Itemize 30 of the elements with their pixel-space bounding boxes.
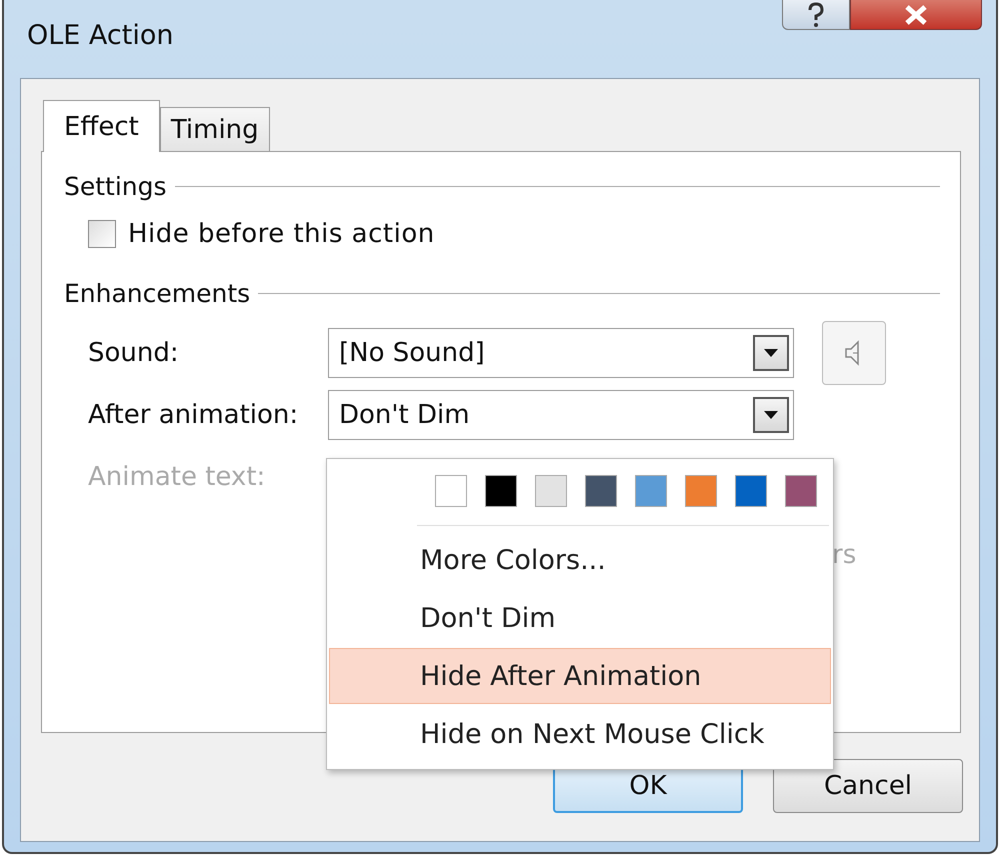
field-label: After animation: [88, 400, 300, 430]
window-title: OLE Action [27, 20, 174, 51]
help-button[interactable] [782, 0, 850, 30]
color-swatch[interactable] [585, 475, 617, 507]
menu-item[interactable]: More Colors... [329, 532, 831, 588]
dropdown-field[interactable]: Don't Dim [328, 390, 794, 440]
color-swatch[interactable] [785, 475, 817, 507]
color-swatch[interactable] [435, 475, 467, 507]
dialog-button[interactable]: Cancel [773, 759, 963, 813]
group-heading: Settings [64, 172, 167, 201]
color-swatch[interactable] [685, 475, 717, 507]
close-button[interactable] [850, 0, 982, 30]
color-swatch[interactable] [535, 475, 567, 507]
menu-item[interactable]: Hide After Animation [329, 648, 831, 704]
group-heading: Enhancements [64, 279, 250, 308]
field-label: Sound: [88, 338, 180, 368]
field-label: Animate text: [88, 462, 266, 492]
color-swatch[interactable] [485, 475, 517, 507]
speaker-button[interactable] [822, 321, 886, 385]
tab[interactable]: Timing [160, 107, 270, 151]
text-fragment: rs [832, 540, 856, 570]
dropdown-field[interactable]: [No Sound] [328, 328, 794, 378]
menu-item[interactable]: Hide on Next Mouse Click [329, 706, 831, 762]
checkbox[interactable] [88, 220, 116, 248]
color-swatch[interactable] [735, 475, 767, 507]
menu-item[interactable]: Don't Dim [329, 590, 831, 646]
checkbox-label: Hide before this action [128, 219, 435, 249]
color-swatch[interactable] [635, 475, 667, 507]
tab[interactable]: Effect [43, 100, 160, 152]
close-icon [903, 4, 929, 24]
